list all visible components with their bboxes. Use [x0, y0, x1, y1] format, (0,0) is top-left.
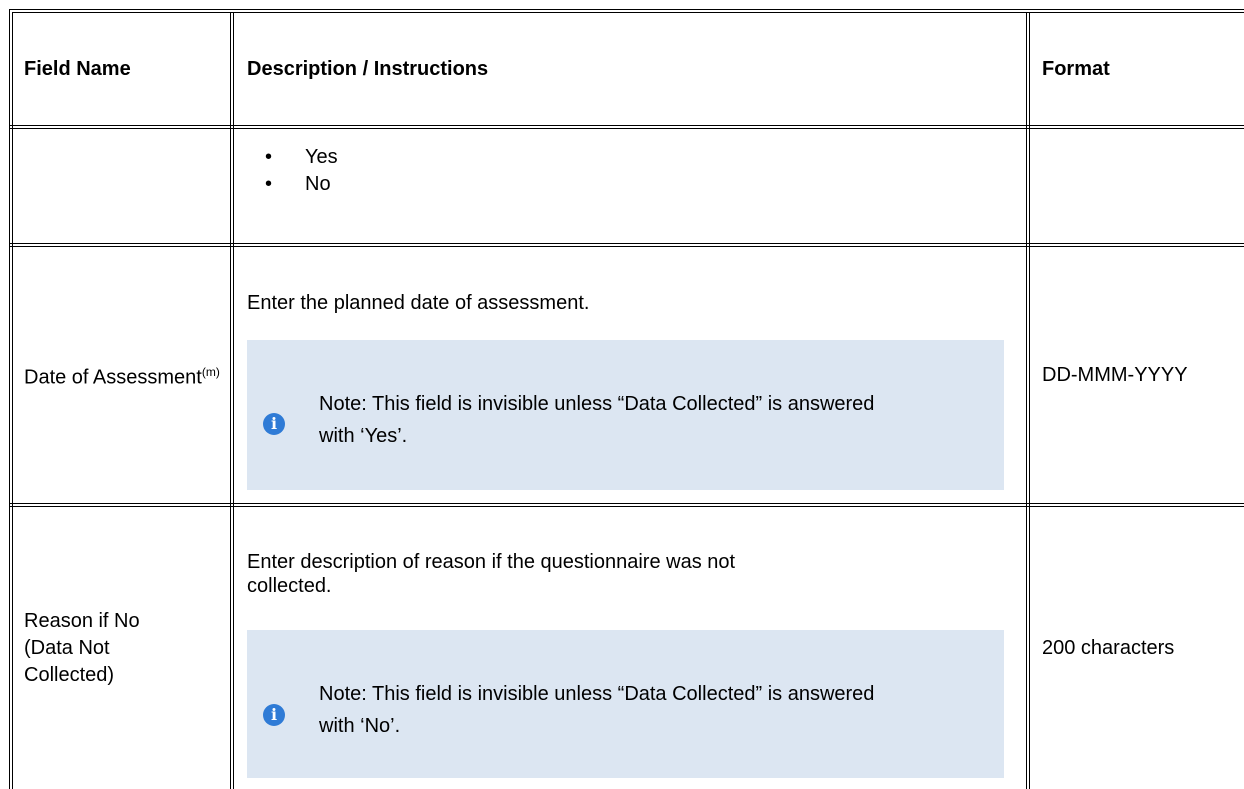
- note-text: Note: This field is invisible unless “Da…: [319, 683, 875, 737]
- info-icon: i: [263, 704, 285, 726]
- field-name-text: Date of Assessment: [24, 366, 202, 389]
- description-text: Enter the planned date of assessment.: [247, 292, 590, 314]
- note-box: i Note: This field is invisible unless “…: [247, 630, 1004, 778]
- table-border-top: [9, 9, 1244, 10]
- column-divider: [1026, 12, 1027, 789]
- row-divider: [9, 125, 1244, 126]
- note-text: Note: This field is invisible unless “Da…: [319, 393, 875, 447]
- column-divider: [233, 12, 234, 789]
- header-field-name: Field Name: [24, 57, 131, 80]
- note-box: i Note: This field is invisible unless “…: [247, 340, 1004, 490]
- field-name-line: Collected): [24, 663, 115, 686]
- column-divider: [230, 12, 231, 789]
- format-characters: 200 characters: [1042, 636, 1175, 659]
- list-item: Yes: [247, 144, 1017, 171]
- table-border-left-inner: [12, 12, 13, 789]
- field-name-line: Reason if No: [24, 609, 140, 632]
- row-divider: [9, 503, 1244, 504]
- field-name-date-of-assessment: Date of Assessment(m): [24, 247, 229, 503]
- header-description: Description / Instructions: [247, 57, 489, 80]
- mandatory-marker: (m): [201, 364, 220, 379]
- table-border-left: [9, 9, 10, 789]
- format-cell: [1042, 129, 1242, 243]
- options-list-cell: Yes No: [247, 144, 1017, 198]
- info-icon: i: [263, 413, 285, 435]
- description-text: Enter description of reason if the quest…: [247, 551, 736, 597]
- column-divider: [1029, 12, 1030, 789]
- field-table: Field Name Description / Instructions Fo…: [0, 0, 1244, 789]
- list-item: No: [247, 171, 1017, 198]
- field-name-cell: [20, 129, 225, 243]
- field-name-reason-if-no: Reason if No (Data Not Collected): [24, 507, 229, 789]
- row-divider: [9, 243, 1244, 244]
- header-format: Format: [1042, 57, 1110, 80]
- format-date: DD-MMM-YYYY: [1042, 363, 1188, 386]
- options-list: Yes No: [247, 144, 1017, 198]
- field-name-line: (Data Not: [24, 636, 110, 659]
